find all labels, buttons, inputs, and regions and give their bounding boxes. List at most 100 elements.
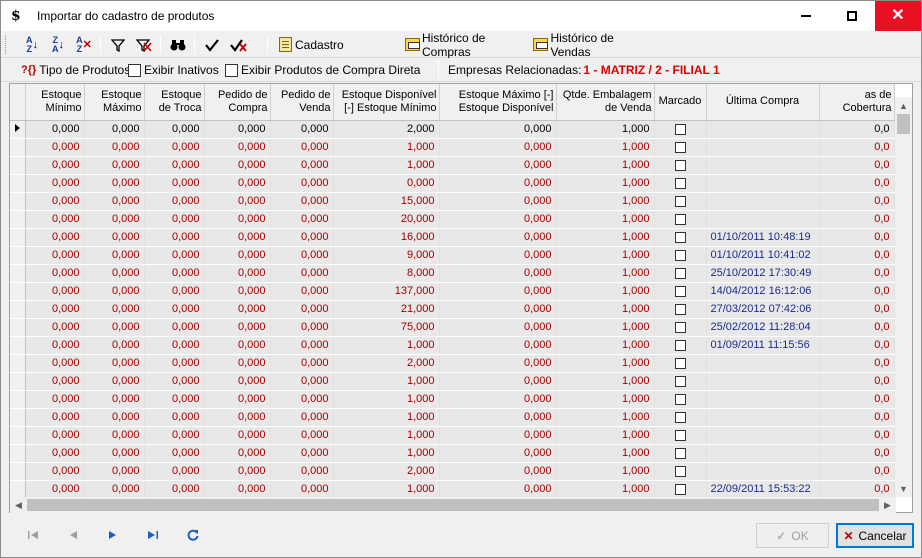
- grid-cell[interactable]: 0,000: [439, 444, 557, 463]
- ultima-compra-cell[interactable]: [706, 120, 820, 139]
- grid-cell[interactable]: 0,000: [439, 390, 557, 409]
- close-button[interactable]: ✕: [875, 1, 921, 31]
- grid-cell[interactable]: 0,000: [270, 300, 334, 319]
- grid-cell[interactable]: 1,000: [556, 336, 655, 355]
- prev-record-button[interactable]: [63, 527, 83, 543]
- grid-cell[interactable]: 1,000: [556, 156, 655, 175]
- grid-cell[interactable]: 0,000: [333, 174, 440, 193]
- grid-cell[interactable]: 0,000: [270, 390, 334, 409]
- grid-cell[interactable]: 0,000: [204, 246, 271, 265]
- grid-cell[interactable]: 0,000: [439, 336, 557, 355]
- grid-cell[interactable]: 0,000: [144, 192, 205, 211]
- grid-cell[interactable]: 0,000: [25, 462, 85, 481]
- marcado-checkbox[interactable]: [674, 285, 686, 297]
- marcado-cell[interactable]: [654, 120, 707, 139]
- marcado-checkbox[interactable]: [674, 159, 686, 171]
- row-indicator[interactable]: [10, 300, 26, 319]
- grid-cell[interactable]: 0,000: [144, 372, 205, 391]
- marcado-cell[interactable]: [654, 390, 707, 409]
- cobertura-cell[interactable]: 0,0: [819, 282, 895, 301]
- grid-cell[interactable]: 0,000: [25, 156, 85, 175]
- grid-cell[interactable]: 1,000: [556, 372, 655, 391]
- grid-cell[interactable]: 0,000: [439, 408, 557, 427]
- row-indicator[interactable]: [10, 480, 26, 499]
- ultima-compra-cell[interactable]: 25/02/2012 11:28:04: [706, 318, 820, 337]
- grid-cell[interactable]: 0,000: [144, 336, 205, 355]
- ultima-compra-cell[interactable]: [706, 192, 820, 211]
- grid-cell[interactable]: 0,000: [25, 264, 85, 283]
- grid-cell[interactable]: 0,000: [270, 336, 334, 355]
- marcado-checkbox[interactable]: [674, 231, 686, 243]
- marcado-checkbox[interactable]: [674, 447, 686, 459]
- cobertura-cell[interactable]: 0,0: [819, 354, 895, 373]
- cobertura-cell[interactable]: 0,0: [819, 462, 895, 481]
- table-row[interactable]: 0,000 0,000 0,000 0,000 0,000 1,000 0,000 1,000…: [10, 480, 895, 499]
- cobertura-cell[interactable]: 0,0: [819, 318, 895, 337]
- row-indicator[interactable]: [10, 318, 26, 337]
- cobertura-cell[interactable]: 0,0: [819, 300, 895, 319]
- grid-cell[interactable]: 0,000: [270, 228, 334, 247]
- ultima-compra-cell[interactable]: [706, 444, 820, 463]
- grid-cell[interactable]: 0,000: [25, 192, 85, 211]
- grid-cell[interactable]: 137,000: [333, 282, 440, 301]
- scroll-left-arrow-icon[interactable]: ◀: [10, 497, 27, 513]
- scroll-down-arrow-icon[interactable]: ▼: [895, 480, 912, 497]
- cobertura-cell[interactable]: 0,0: [819, 156, 895, 175]
- cobertura-cell[interactable]: 0,0: [819, 210, 895, 229]
- grid-cell[interactable]: 0,000: [270, 282, 334, 301]
- grid-cell[interactable]: 1,000: [556, 300, 655, 319]
- grid-cell[interactable]: 0,000: [439, 462, 557, 481]
- cobertura-cell[interactable]: 0,0: [819, 120, 895, 139]
- grid-cell[interactable]: 1,000: [333, 426, 440, 445]
- table-row[interactable]: 0,000 0,000 0,000 0,000 0,000 16,000 0,000 1,00…: [10, 228, 895, 247]
- marcado-cell[interactable]: [654, 426, 707, 445]
- row-indicator[interactable]: [10, 390, 26, 409]
- column-header[interactable]: Estoque Mínimo: [25, 84, 85, 121]
- marcado-checkbox[interactable]: [674, 465, 686, 477]
- vertical-scroll-thumb[interactable]: [897, 114, 910, 134]
- marcado-checkbox[interactable]: [674, 267, 686, 279]
- grid-cell[interactable]: 0,000: [144, 426, 205, 445]
- grid-cell[interactable]: 1,000: [556, 354, 655, 373]
- grid-cell[interactable]: 0,000: [25, 354, 85, 373]
- column-header[interactable]: Pedido de Venda: [270, 84, 334, 121]
- grid-cell[interactable]: 1,000: [556, 462, 655, 481]
- cobertura-cell[interactable]: 0,0: [819, 264, 895, 283]
- grid-cell[interactable]: 0,000: [204, 138, 271, 157]
- row-indicator[interactable]: [10, 282, 26, 301]
- grid-cell[interactable]: 0,000: [25, 282, 85, 301]
- grid-cell[interactable]: 0,000: [439, 372, 557, 391]
- grid-cell[interactable]: 0,000: [84, 300, 145, 319]
- row-indicator[interactable]: [10, 408, 26, 427]
- vertical-scrollbar[interactable]: ▲ ▼: [895, 97, 912, 497]
- ultima-compra-cell[interactable]: 22/09/2011 15:53:22: [706, 480, 820, 499]
- grid-cell[interactable]: 0,000: [25, 318, 85, 337]
- table-row[interactable]: 0,000 0,000 0,000 0,000 0,000 2,000 0,000 1,000…: [10, 462, 895, 481]
- table-row[interactable]: 0,000 0,000 0,000 0,000 0,000 1,000 0,000 1,000…: [10, 426, 895, 445]
- grid-cell[interactable]: 0,000: [144, 246, 205, 265]
- cancel-button[interactable]: ✕ Cancelar: [836, 523, 914, 548]
- cobertura-cell[interactable]: 0,0: [819, 426, 895, 445]
- grid-cell[interactable]: 0,000: [84, 444, 145, 463]
- cobertura-cell[interactable]: 0,0: [819, 138, 895, 157]
- check-all-button[interactable]: [201, 34, 223, 55]
- ultima-compra-cell[interactable]: [706, 426, 820, 445]
- cobertura-cell[interactable]: 0,0: [819, 408, 895, 427]
- table-row[interactable]: 0,000 0,000 0,000 0,000 0,000 15,000 0,000 1,00…: [10, 192, 895, 211]
- grid-cell[interactable]: 1,000: [556, 210, 655, 229]
- ultima-compra-cell[interactable]: 01/09/2011 11:15:56: [706, 336, 820, 355]
- column-header[interactable]: Estoque Disponível [-] Estoque Mínimo: [333, 84, 440, 121]
- ok-button[interactable]: ✓ OK: [756, 523, 829, 548]
- table-row[interactable]: 0,000 0,000 0,000 0,000 0,000 1,000 0,000 1,000…: [10, 444, 895, 463]
- grid-cell[interactable]: 1,000: [333, 408, 440, 427]
- historico-vendas-button[interactable]: Histórico de Vendas: [533, 31, 653, 59]
- cobertura-cell[interactable]: 0,0: [819, 390, 895, 409]
- grid-cell[interactable]: 1,000: [556, 282, 655, 301]
- grid-cell[interactable]: 0,000: [270, 246, 334, 265]
- grid-cell[interactable]: 0,000: [144, 462, 205, 481]
- grid-cell[interactable]: 1,000: [556, 408, 655, 427]
- marcado-checkbox[interactable]: [674, 213, 686, 225]
- horizontal-scrollbar[interactable]: ◀ ▶: [10, 497, 896, 513]
- marcado-checkbox[interactable]: [674, 249, 686, 261]
- grid-cell[interactable]: 0,000: [144, 264, 205, 283]
